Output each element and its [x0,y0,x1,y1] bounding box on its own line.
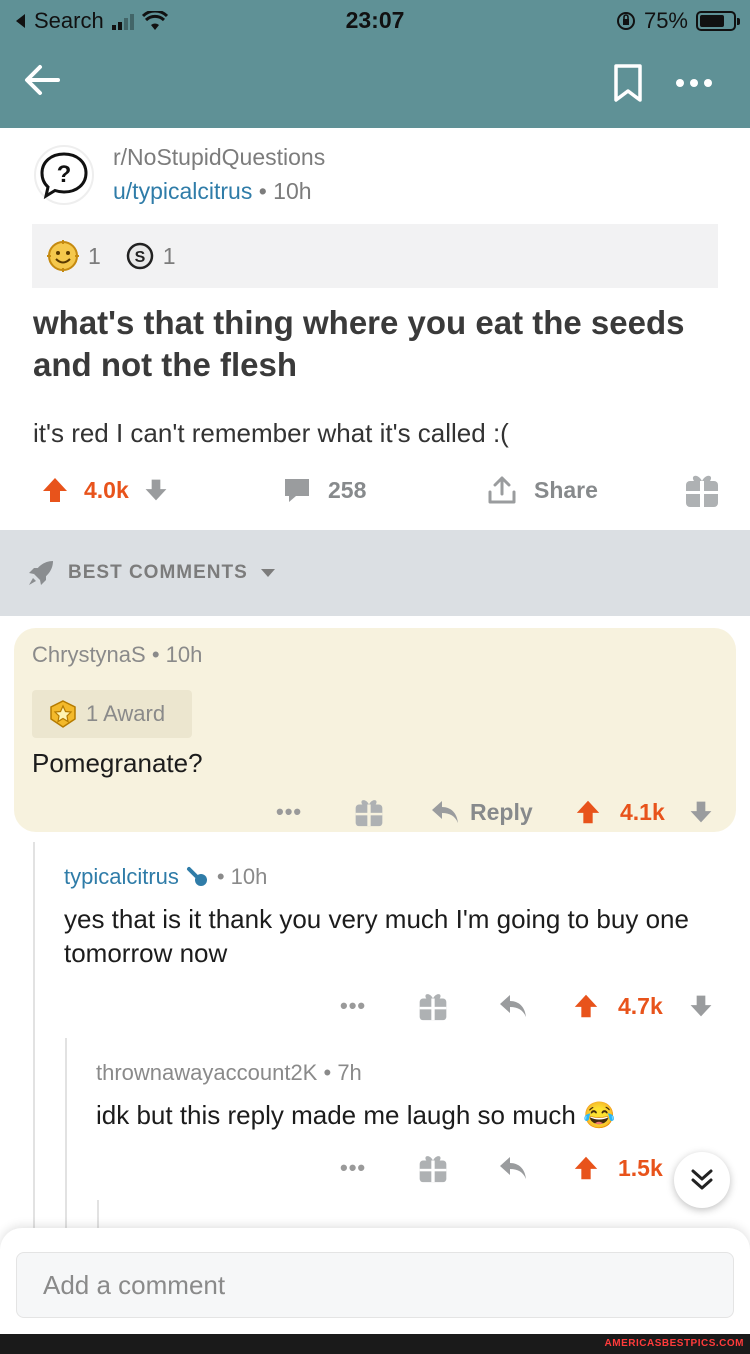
comment-meta: typicalcitrus • 10h [64,864,724,890]
meta-separator: • [216,864,225,889]
more-options-icon[interactable]: ••• [340,986,366,1026]
comment-award-chip[interactable]: 1 Award [32,690,192,738]
comment-actions: ••• 1.5k [0,1148,670,1188]
post-action-bar: 4.0k 258 Share [0,468,750,512]
award-item: S 1 [125,241,176,271]
comment-bubble-icon [285,479,309,502]
comment-text: yes that is it thank you very much I'm g… [64,904,689,968]
comment-text: Pomegranate? [32,748,203,778]
caret-down-icon [260,569,275,577]
comment-author[interactable]: ChrystynaS [32,642,146,667]
post-meta: u/typicalcitrus • 10h [113,178,312,205]
comment-author[interactable]: thrownawayaccount2K [96,1060,317,1085]
post-author[interactable]: u/typicalcitrus [113,178,252,204]
award-chip-label: 1 Award [86,701,166,726]
meta-separator: • [323,1060,332,1085]
upvote-icon[interactable] [572,986,600,1026]
gift-icon [686,475,718,507]
share-button[interactable]: Share [486,468,598,512]
gift-icon[interactable] [354,792,384,832]
more-options-icon[interactable]: ••• [276,792,302,832]
post-title[interactable]: what's that thing where you eat the seed… [33,302,713,386]
comment-meta: ChrystynaS • 10h [32,642,202,668]
upvote-icon[interactable] [40,475,70,505]
share-icon [488,476,516,504]
award-count: 1 [88,242,101,269]
post-score: 4.0k [84,476,129,503]
double-chevron-down-icon [691,1169,713,1190]
meta-separator: • [151,642,160,667]
comment-actions: ••• 4.7k [0,986,750,1026]
comment-text: idk but this reply made me laugh so much… [96,1098,716,1132]
post-vote: 4.0k [40,468,169,512]
award-count: 1 [162,242,176,269]
subreddit-avatar[interactable]: ? [34,145,94,205]
comment-highlighted[interactable]: ChrystynaS • 10h 1 Award Pomegranate? ••… [14,628,736,832]
battery-percent: 75% [643,8,688,33]
comment-score: 1.5k [618,1154,663,1181]
award-item: 1 [46,239,101,273]
question-bubble-icon: ? [40,152,88,200]
comment-score: 4.1k [620,798,665,825]
share-label: Share [534,476,598,503]
comment-text-content: idk but this reply made me laugh so much [96,1100,576,1130]
comment-composer: Add a comment [0,1228,750,1334]
comment-meta: thrownawayaccount2K • 7h [96,1060,716,1086]
give-award-button[interactable] [684,468,720,512]
add-comment-input[interactable]: Add a comment [16,1252,734,1318]
subreddit-name[interactable]: r/NoStupidQuestions [113,144,325,171]
comments-button[interactable]: 258 [282,468,366,512]
more-options-icon[interactable]: ••• [340,1148,366,1188]
upvote-icon[interactable] [572,1148,600,1188]
meta-separator: • [258,178,267,204]
top-bar: Search 23:07 75% [0,0,750,128]
laughing-emoji-icon: 😂 [583,1100,616,1130]
watermark-text: AMERICASBESTPICS.COM [604,1338,744,1349]
downvote-icon[interactable] [688,792,714,832]
downvote-icon[interactable] [688,986,714,1026]
battery-icon [696,11,740,31]
reply-icon[interactable] [498,1148,528,1188]
orientation-lock-icon [616,12,635,30]
upvote-icon[interactable] [574,792,602,832]
post-awards[interactable]: 1 S 1 [32,224,718,288]
wholesome-award-icon [47,240,79,272]
bookmark-icon[interactable] [610,62,646,104]
svg-text:S: S [134,249,145,266]
comment-age: 7h [337,1060,362,1085]
watermark-bar: AMERICASBESTPICS.COM [0,1334,750,1354]
reply-icon[interactable] [498,986,528,1026]
comment-sort-bar[interactable]: BEST COMMENTS [0,530,750,616]
reply-button[interactable]: Reply [430,792,533,832]
comment-age: 10h [230,864,268,889]
post: ? r/NoStupidQuestions u/typicalcitrus • … [0,128,750,530]
post-body: it's red I can't remember what it's call… [33,418,509,448]
helpful-award-icon [50,700,76,728]
comment-count: 258 [328,476,367,503]
silver-award-icon: S [126,242,154,270]
reply-icon [432,801,458,823]
status-bar: Search 23:07 75% [0,0,750,42]
comment-score: 4.7k [618,992,663,1019]
more-horizontal-icon[interactable] [672,68,716,98]
post-age: 10h [273,178,312,204]
comment-reply[interactable]: thrownawayaccount2K • 7h idk but this re… [96,1060,716,1132]
op-wrench-icon [186,867,207,886]
downvote-icon[interactable] [143,477,169,503]
svg-text:?: ? [57,161,72,188]
thread-line[interactable] [65,1038,67,1242]
sort-label: BEST COMMENTS [68,562,248,583]
gift-icon[interactable] [418,1148,448,1188]
arrow-left-icon[interactable] [20,58,64,102]
comment-reply[interactable]: typicalcitrus • 10h yes that is it thank… [64,864,724,970]
gift-icon[interactable] [418,986,448,1026]
rocket-icon [29,561,53,585]
comment-age: 10h [165,642,203,667]
next-comment-button[interactable] [674,1152,730,1208]
reply-label: Reply [470,798,533,825]
comment-author[interactable]: typicalcitrus [64,864,179,890]
comment-actions: ••• Reply 4.1k [14,792,736,832]
